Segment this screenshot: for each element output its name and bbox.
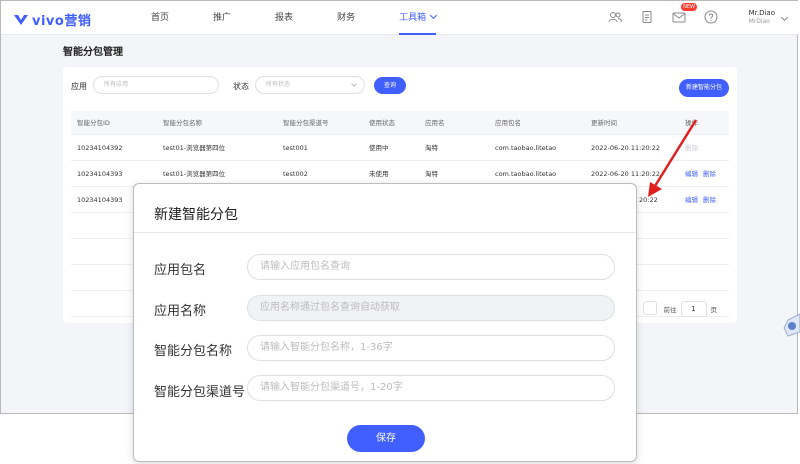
package-name-label: 应用包名 — [154, 263, 207, 278]
cell-name: test01-浏览器第四位 — [163, 144, 226, 152]
cell-ops: 编辑 删除 — [685, 187, 721, 213]
new-smart-package-dialog: 新建智能分包 应用包名 请输入应用包名查询 应用名称 应用名称通过包名查询自动获… — [133, 183, 637, 462]
top-navigation-bar: vivo营销 首页 推广 报表 财务 工具箱 NEW Mr.Diao MrDia… — [1, 1, 799, 35]
main-nav: 首页 推广 报表 财务 工具箱 — [151, 1, 480, 35]
users-icon[interactable] — [607, 9, 623, 25]
header-actions: NEW — [607, 3, 719, 25]
new-badge: NEW — [681, 3, 697, 11]
cell-time: 20:22 — [639, 196, 658, 204]
table-row: 10234104392 test01-浏览器第四位 test001 使用中 淘特… — [71, 135, 729, 161]
channel-number-label: 智能分包渠道号 — [154, 385, 246, 400]
cell-id: 10234104393 — [77, 196, 123, 204]
app-name-placeholder: 应用名称通过包名查询自动获取 — [260, 302, 400, 313]
channel-number-input[interactable]: 请输入智能分包渠道号，1-20字 — [247, 375, 615, 401]
pager-prev-button[interactable] — [643, 301, 657, 315]
edit-link[interactable]: 编辑 — [685, 170, 698, 178]
cell-id: 10234104393 — [77, 170, 123, 178]
package-name-input[interactable]: 请输入应用包名查询 — [247, 254, 615, 280]
table-header: 智能分包ID 智能分包名称 智能分包渠道号 使用状态 应用名 应用包名 更新时间… — [71, 111, 729, 135]
cell-status: 使用中 — [369, 144, 389, 152]
query-button[interactable]: 查询 — [374, 77, 406, 94]
save-button[interactable]: 保存 — [347, 425, 425, 452]
dialog-divider — [134, 232, 636, 233]
user-subname: MrDiao — [748, 18, 770, 25]
nav-item-toolbox[interactable]: 工具箱 — [399, 1, 438, 35]
app-filter-label: 应用 — [71, 82, 87, 91]
help-icon[interactable] — [703, 9, 719, 25]
nav-item-toolbox-label: 工具箱 — [399, 13, 427, 23]
package-name-placeholder: 请输入应用包名查询 — [260, 261, 350, 272]
column-header: 更新时间 — [591, 119, 617, 127]
new-smart-package-button[interactable]: 新建智能分包 — [679, 79, 729, 97]
page-unit: 页 — [710, 306, 718, 314]
cell-app: 淘特 — [425, 144, 438, 152]
channel-number-placeholder: 请输入智能分包渠道号，1-20字 — [260, 382, 403, 393]
delete-link-disabled: 删除 — [685, 144, 698, 152]
pagination: 前往 1 页 — [663, 301, 718, 317]
status-filter-select[interactable]: 所有状态 — [255, 76, 365, 94]
column-header: 智能分包ID — [77, 119, 110, 127]
app-filter-placeholder: 所有应用 — [104, 81, 129, 88]
cell-id: 10234104392 — [77, 144, 123, 152]
smart-package-name-label: 智能分包名称 — [154, 344, 233, 359]
status-filter-label: 状态 — [233, 82, 249, 91]
cell-package: com.taobao.litetao — [495, 144, 557, 152]
column-header: 应用包名 — [495, 119, 521, 127]
column-header: 智能分包名称 — [163, 119, 202, 127]
brand-name: vivo营销 — [32, 14, 92, 29]
dialog-title: 新建智能分包 — [154, 207, 238, 223]
column-header: 使用状态 — [369, 119, 395, 127]
cell-ops: 删除 — [685, 135, 698, 161]
nav-item-promotion[interactable]: 推广 — [213, 1, 231, 35]
vivo-logo-icon — [14, 14, 28, 25]
user-name: Mr.Diao — [748, 9, 775, 17]
goto-label: 前往 — [663, 306, 677, 314]
page-title: 智能分包管理 — [63, 47, 123, 58]
column-header: 应用名 — [425, 119, 445, 127]
nav-item-home[interactable]: 首页 — [151, 1, 169, 35]
smart-package-name-input[interactable]: 请输入智能分包名称，1-36字 — [247, 335, 615, 361]
cell-channel: test001 — [283, 144, 308, 152]
smart-package-name-placeholder: 请输入智能分包名称，1-36字 — [260, 342, 393, 353]
floating-assistant-icon[interactable] — [778, 312, 800, 338]
app-filter-input[interactable]: 所有应用 — [93, 76, 219, 94]
nav-item-reports[interactable]: 报表 — [275, 1, 293, 35]
brand-logo[interactable]: vivo营销 — [13, 10, 91, 29]
mail-icon[interactable]: NEW — [671, 3, 697, 25]
cell-ops: 编辑 删除 — [685, 161, 721, 187]
app-name-input: 应用名称通过包名查询自动获取 — [247, 295, 615, 321]
delete-link[interactable]: 删除 — [703, 170, 716, 178]
page-input[interactable]: 1 — [680, 301, 707, 317]
column-header: 智能分包渠道号 — [283, 119, 329, 127]
user-chevron-down-icon[interactable] — [780, 13, 789, 22]
delete-link[interactable]: 删除 — [703, 196, 716, 204]
clipboard-icon[interactable] — [639, 9, 655, 25]
nav-item-finance[interactable]: 财务 — [337, 1, 355, 35]
edit-link[interactable]: 编辑 — [685, 196, 698, 204]
app-name-label: 应用名称 — [154, 304, 207, 319]
chevron-down-icon — [351, 81, 357, 87]
column-header: 操作 — [685, 119, 698, 127]
chevron-down-icon — [430, 11, 438, 20]
status-filter-placeholder: 所有状态 — [266, 81, 291, 88]
cell-time: 2022-06-20 11:20:22 — [591, 144, 661, 152]
user-menu[interactable]: Mr.Diao MrDiao — [749, 9, 775, 26]
